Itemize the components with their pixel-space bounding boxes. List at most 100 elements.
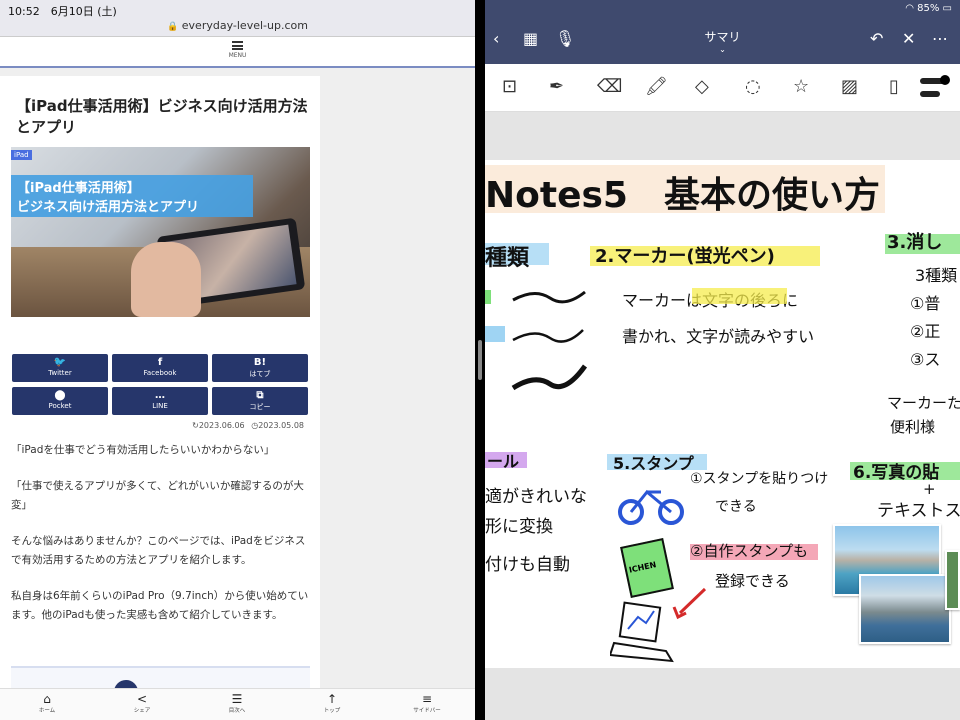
shape-note: 付けも自動 — [485, 555, 570, 575]
eraser-note: ①普 — [910, 294, 941, 313]
share-label: LINE — [152, 402, 168, 410]
share-line-button[interactable]: … LINE — [112, 387, 208, 415]
arrow-up-icon: ↑ — [326, 692, 338, 706]
share-label: Facebook — [143, 369, 177, 377]
nav-label: シェア — [133, 708, 151, 714]
nav-toc[interactable]: ☰ 目次へ — [207, 692, 267, 714]
bottom-nav: ⌂ ホーム < シェア ☰ 目次へ ↑ トップ ≡ サイドバー — [0, 688, 475, 720]
pen-strokes — [485, 290, 588, 391]
twitter-icon: 🐦 — [53, 357, 67, 368]
home-icon: ⌂ — [43, 692, 51, 706]
nav-label: ホーム — [38, 708, 56, 714]
share-copy-button[interactable]: ⧉ コピー — [212, 387, 308, 415]
photo-harbor[interactable] — [859, 574, 951, 644]
hero-banner-line1: 【iPad仕事活用術】 — [17, 181, 140, 196]
paragraph: 「仕事で使えるアプリが多くて、どれがいいか確認するのが大変」 — [11, 480, 304, 511]
shapes-icon[interactable]: ◇ — [695, 76, 709, 97]
published-date: 2023.05.08 — [258, 421, 304, 430]
highlighter-icon[interactable]: 🖍 — [645, 76, 668, 97]
redo-icon[interactable]: ✕ — [902, 29, 915, 48]
stamp-label: ICHEN — [628, 560, 658, 575]
hero-image: iPad 【iPad仕事活用術】 ビジネス向け活用方法とアプリ — [11, 147, 310, 317]
note-page[interactable]: Notes5 基本の使い方 種類 2.マーカー(蛍光ペン) マーカーは文字の後ろ… — [485, 160, 960, 668]
more-tools-icon[interactable]: ▯ — [889, 76, 899, 97]
nav-sidebar[interactable]: ≡ サイドバー — [397, 692, 457, 714]
marker-line2: 書かれ、文字が読みやすい — [622, 327, 815, 346]
lock-icon: 🔒 — [167, 22, 179, 32]
share-pocket-button[interactable]: ⬤ Pocket — [12, 387, 108, 415]
menu-label: MENU — [228, 52, 247, 59]
eraser-note: マーカーた — [887, 394, 960, 412]
undo-icon[interactable]: ↶ — [870, 29, 883, 48]
hatena-icon: B! — [253, 357, 267, 368]
article: 【iPad仕事活用術】ビジネス向け活用方法とアプリ iPad 【iPad仕事活用… — [0, 76, 320, 688]
eraser-icon[interactable]: ⌫ — [597, 76, 622, 97]
article-title: 【iPad仕事活用術】ビジネス向け活用方法とアプリ — [16, 97, 308, 136]
eraser-note: ③ス — [910, 350, 941, 369]
share-twitter-button[interactable]: 🐦 Twitter — [12, 354, 108, 382]
nav-top[interactable]: ↑ トップ — [302, 692, 362, 714]
pen-icon[interactable]: ✒ — [549, 76, 564, 97]
eraser-note: 便利様 — [890, 418, 936, 436]
share-label: はてブ — [249, 370, 271, 378]
photo-partial[interactable] — [945, 550, 960, 610]
sidebar-icon: ≡ — [421, 692, 433, 706]
battery-level: 85% — [917, 3, 940, 14]
nav-share[interactable]: < シェア — [112, 692, 172, 714]
stamp-note: ①スタンプを貼りつけ — [690, 471, 829, 487]
laptop-stamp — [610, 587, 707, 663]
lasso-add-icon[interactable]: ⊡ — [502, 76, 517, 97]
category-tag[interactable]: iPad — [11, 150, 32, 160]
section-marker: 2.マーカー(蛍光ペン) — [595, 246, 775, 267]
image-icon[interactable]: ▨ — [841, 76, 858, 97]
sticker-icon[interactable]: ☆ — [793, 76, 809, 97]
nav-home[interactable]: ⌂ ホーム — [17, 692, 77, 714]
title-text: サマリ — [704, 30, 741, 44]
section-eraser: 3.消し — [887, 232, 943, 253]
notes-topbar: ◠ 85% ▭ ‹ ▦ 🎙 サマリ ⌄ ↶ ✕ ⋯ — [485, 0, 960, 64]
hero-banner: 【iPad仕事活用術】 ビジネス向け活用方法とアプリ — [11, 175, 253, 217]
marker-yellow — [692, 288, 787, 304]
section-types: 種類 — [485, 246, 530, 271]
list-icon: ☰ — [231, 692, 243, 706]
photo-note: テキストス — [877, 501, 960, 521]
bicycle-stamp — [618, 489, 684, 525]
share-hatena-button[interactable]: B! はてブ — [212, 354, 308, 382]
lasso-icon[interactable]: ◌ — [745, 76, 761, 97]
more-icon[interactable]: ⋯ — [932, 29, 948, 48]
paragraph: 「iPadを仕事でどう有効活用したらいいかわからない」 — [11, 444, 275, 456]
share-facebook-button[interactable]: f Facebook — [112, 354, 208, 382]
nav-label: 目次へ — [228, 708, 246, 714]
nav-label: トップ — [323, 708, 341, 714]
document-title[interactable]: サマリ ⌄ — [485, 28, 960, 54]
section-stamp: 5.スタンプ — [613, 454, 694, 473]
nav-label: サイドバー — [413, 708, 441, 714]
notes-pane: ◠ 85% ▭ ‹ ▦ 🎙 サマリ ⌄ ↶ ✕ ⋯ ⊡ ✒ ⌫ 🖍 ◇ ◌ ☆ … — [485, 0, 960, 720]
paragraph: そんな悩みはありませんか？このページでは、iPadをビジネスで有効活用するための… — [11, 535, 306, 566]
pocket-icon: ⬤ — [54, 390, 66, 401]
stamp-note: できる — [715, 499, 757, 515]
share-icon: < — [136, 692, 148, 706]
line-icon: … — [155, 390, 165, 401]
battery-icon: ▭ — [942, 3, 952, 14]
color-swatch[interactable] — [940, 75, 950, 85]
share-label: Pocket — [48, 402, 72, 410]
section-badge — [114, 680, 138, 688]
split-view: 10:52 6月10日 (土) 🔒 everyday-level-up.com … — [0, 0, 960, 720]
site-menu-button[interactable]: MENU — [0, 37, 475, 68]
stroke-thick-icon[interactable] — [920, 91, 940, 97]
share-label: コピー — [249, 403, 271, 411]
hero-hand — [131, 242, 201, 317]
stamp-note: 登録できる — [715, 572, 790, 590]
address-bar[interactable]: 🔒 everyday-level-up.com — [0, 19, 475, 32]
section-shape: ール — [487, 452, 520, 471]
drawing-toolbar: ⊡ ✒ ⌫ 🖍 ◇ ◌ ☆ ▨ ▯ — [485, 64, 960, 112]
split-drag-handle[interactable] — [478, 340, 482, 380]
url-text: everyday-level-up.com — [181, 19, 308, 32]
share-label: Twitter — [48, 369, 72, 377]
wifi-icon: ◠ — [905, 3, 914, 14]
paragraph: 私自身は6年前くらいのiPad Pro（9.7inch）から使い始めています。他… — [11, 590, 309, 621]
stamp-note: ②自作スタンプも — [690, 542, 808, 560]
note-heading: Notes5 基本の使い方 — [485, 175, 880, 216]
updated-icon: ↻ — [192, 421, 199, 430]
